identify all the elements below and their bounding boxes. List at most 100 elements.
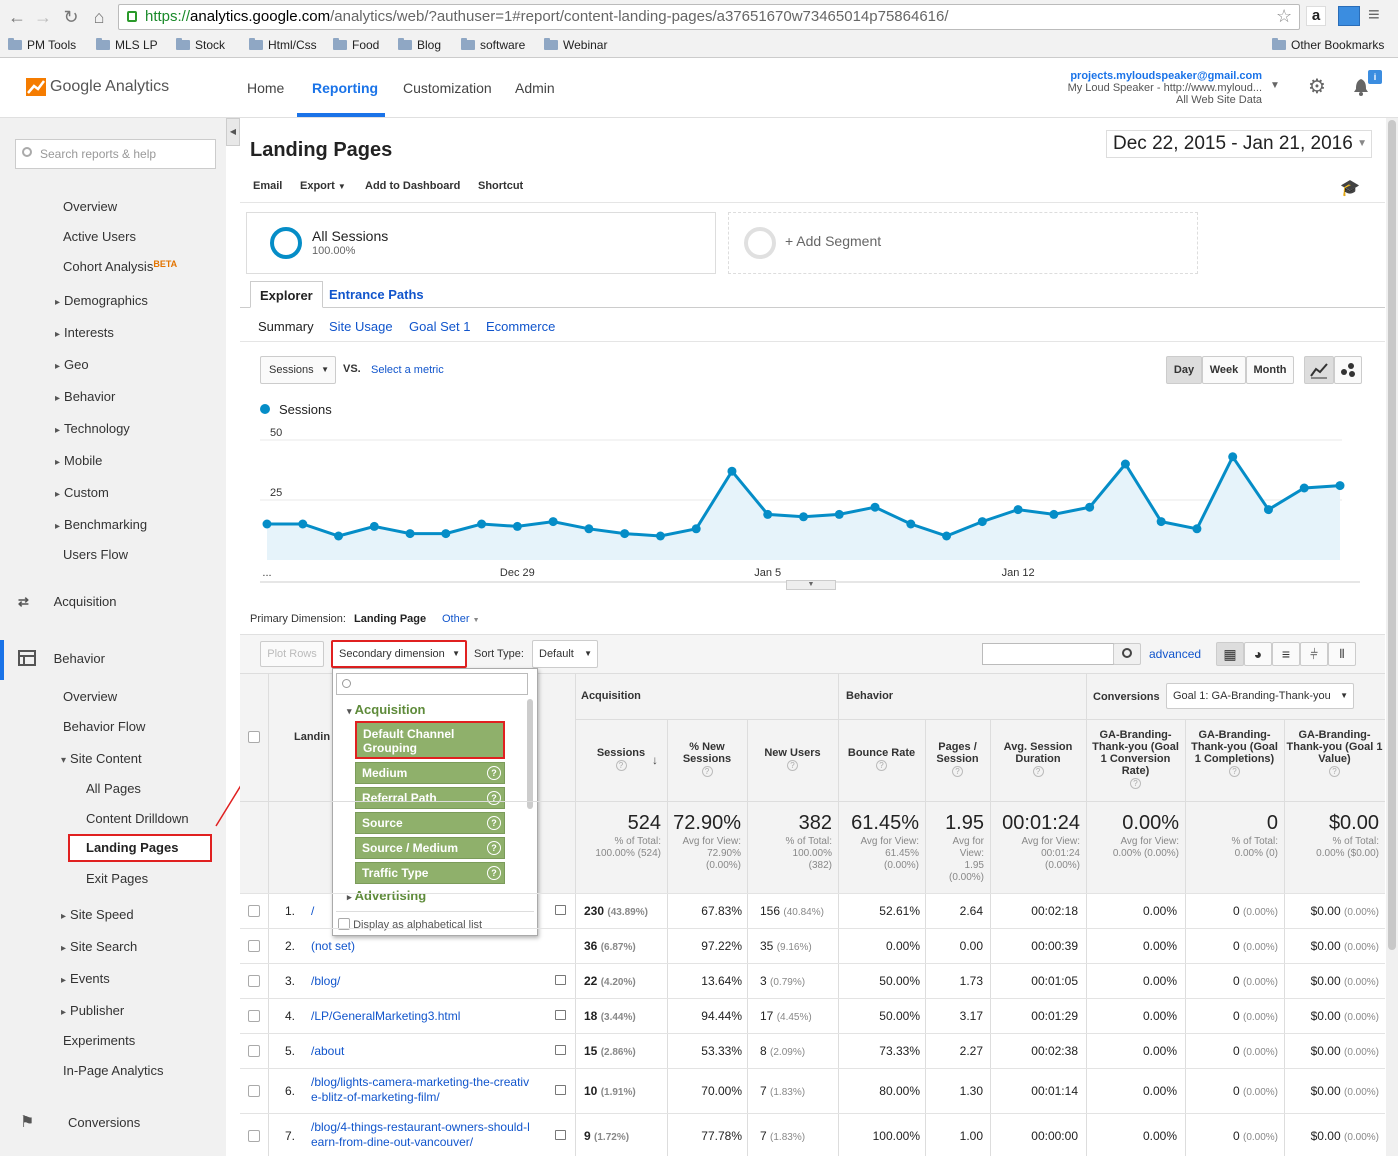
sidebar-item-publisher[interactable]: Publisher (69, 1003, 124, 1018)
dropdown-item-default-channel-grouping[interactable]: Default Channel Grouping (355, 721, 505, 759)
advanced-filter-link[interactable]: advanced (1149, 647, 1201, 661)
shortcut-button[interactable]: Shortcut (478, 180, 523, 192)
other-dimension-link[interactable]: Other ▼ (442, 613, 480, 625)
bookmark-stock[interactable]: Stock (176, 36, 225, 54)
row-checkbox[interactable] (248, 1129, 260, 1142)
row-checkbox[interactable] (248, 1009, 260, 1022)
subtab-goal-set-1[interactable]: Goal Set 1 (409, 319, 470, 334)
landing-page-link[interactable]: /blog/4-things-restaurant-owners-should-… (311, 1120, 530, 1150)
dropdown-item-traffic-type[interactable]: Traffic Type? (355, 862, 505, 884)
add-to-dashboard-button[interactable]: Add to Dashboard (365, 180, 460, 192)
sidebar-item-geo[interactable]: Geo (63, 357, 89, 372)
motion-chart-icon[interactable] (1334, 356, 1362, 384)
landing-page-column-header[interactable]: Landin (294, 731, 330, 743)
email-button[interactable]: Email (253, 180, 282, 192)
external-link-icon[interactable] (555, 1129, 566, 1140)
sort-type-select[interactable]: Default ▼ (532, 640, 598, 668)
table-filter-input[interactable] (982, 643, 1114, 665)
sidebar-item-custom[interactable]: Custom (63, 485, 109, 500)
column-header-2[interactable]: New Users? (749, 747, 836, 771)
page-scrollbar-thumb[interactable] (1388, 120, 1396, 950)
sidebar-item-overview[interactable]: Overview (63, 689, 117, 704)
sidebar-item-in-page-analytics[interactable]: In-Page Analytics (63, 1063, 163, 1078)
sidebar-item-content-drilldown[interactable]: Content Drilldown (86, 811, 189, 826)
metric-select[interactable]: Sessions ▼ (260, 356, 336, 384)
dropdown-group-acquisition[interactable]: ▾ Acquisition (347, 702, 425, 717)
bookmark-mls-lp[interactable]: MLS LP (96, 36, 158, 54)
alphabetical-toggle[interactable]: Display as alphabetical list (338, 918, 482, 931)
column-header-5[interactable]: Avg. Session Duration? (992, 741, 1084, 777)
dropdown-item-source[interactable]: Source? (355, 812, 505, 834)
line-chart-icon[interactable] (1304, 356, 1334, 384)
sidebar-item-site-speed[interactable]: Site Speed (69, 907, 134, 922)
pivot-view-icon[interactable]: ⦀ (1328, 642, 1356, 666)
row-checkbox[interactable] (248, 974, 260, 987)
column-header-3[interactable]: Bounce Rate? (840, 747, 923, 771)
pie-view-icon[interactable]: ◕ (1244, 642, 1272, 666)
sidebar-item-overview[interactable]: Overview (63, 199, 117, 214)
sidebar-item-interests[interactable]: Interests (63, 325, 114, 340)
sidebar-item-mobile[interactable]: Mobile (63, 453, 102, 468)
bookmark-blog[interactable]: Blog (398, 36, 441, 54)
subtab-summary[interactable]: Summary (258, 319, 314, 334)
dropdown-item-referral-path[interactable]: Referral Path? (355, 787, 505, 809)
sort-desc-arrow-icon[interactable]: ↓ (652, 753, 658, 767)
sidebar-item-site-content[interactable]: Site Content (69, 751, 142, 766)
row-checkbox[interactable] (248, 1044, 260, 1057)
period-day-button[interactable]: Day (1166, 356, 1202, 384)
external-link-icon[interactable] (555, 904, 566, 915)
dropdown-item-medium[interactable]: Medium? (355, 762, 505, 784)
landing-page-link[interactable]: /LP/GeneralMarketing3.html (311, 1009, 460, 1024)
performance-view-icon[interactable]: ≡ (1272, 642, 1300, 666)
row-checkbox[interactable] (248, 904, 260, 917)
sidebar-item-events[interactable]: Events (69, 971, 110, 986)
column-header-7[interactable]: GA-Branding-Thank-you (Goal 1 Completion… (1187, 729, 1282, 777)
bookmark-html-css[interactable]: Html/Css (249, 36, 317, 54)
landing-page-link[interactable]: / (311, 904, 314, 919)
sidebar-item-benchmarking[interactable]: Benchmarking (63, 517, 147, 532)
date-range-picker[interactable]: Dec 22, 2015 - Jan 21, 2016 ▼ (1106, 130, 1372, 158)
external-link-icon[interactable] (555, 1009, 566, 1020)
row-checkbox[interactable] (248, 1084, 260, 1097)
sidebar-item-cohort-analysis[interactable]: Cohort AnalysisBETA (63, 259, 177, 274)
subtab-ecommerce[interactable]: Ecommerce (486, 319, 555, 334)
landing-page-link[interactable]: /blog/ (311, 974, 340, 989)
bookmark-webinar[interactable]: Webinar (544, 36, 607, 54)
external-link-icon[interactable] (555, 1084, 566, 1095)
sidebar-item-behavior[interactable]: Behavior (63, 389, 115, 404)
landing-page-link[interactable]: /about (311, 1044, 344, 1059)
row-checkbox[interactable] (248, 939, 260, 952)
education-cap-icon[interactable]: 🎓 (1340, 178, 1360, 198)
tab-explorer[interactable]: Explorer (250, 281, 323, 308)
sidebar-item-experiments[interactable]: Experiments (63, 1033, 135, 1048)
tab-entrance-paths[interactable]: Entrance Paths (320, 281, 433, 308)
dropdown-scrollbar[interactable] (527, 699, 533, 809)
plot-rows-button[interactable]: Plot Rows (260, 641, 324, 667)
period-week-button[interactable]: Week (1202, 356, 1246, 384)
bookmark-food[interactable]: Food (333, 36, 379, 54)
subtab-site-usage[interactable]: Site Usage (329, 319, 393, 334)
sidebar-item-demographics[interactable]: Demographics (63, 293, 148, 308)
dropdown-item-source-medium[interactable]: Source / Medium? (355, 837, 505, 859)
select-all-checkbox[interactable] (248, 731, 260, 743)
external-link-icon[interactable] (555, 1044, 566, 1055)
sidebar-item-active-users[interactable]: Active Users (63, 229, 136, 244)
landing-page-link[interactable]: (not set) (311, 939, 355, 954)
select-metric-link[interactable]: Select a metric (371, 364, 444, 376)
period-month-button[interactable]: Month (1246, 356, 1294, 384)
secondary-dimension-button[interactable]: Secondary dimension ▼ (331, 640, 467, 668)
bookmark-pm-tools[interactable]: PM Tools (8, 36, 76, 54)
dropdown-group-advertising[interactable]: ▸ Advertising (347, 888, 426, 903)
column-header-1[interactable]: % New Sessions? (669, 741, 745, 777)
primary-dimension-value[interactable]: Landing Page (354, 613, 426, 625)
comparison-view-icon[interactable]: ⫩ (1300, 642, 1328, 666)
sidebar-item-site-search[interactable]: Site Search (69, 939, 137, 954)
column-header-8[interactable]: GA-Branding-Thank-you (Goal 1 Value)? (1286, 729, 1383, 777)
export-button[interactable]: Export ▼ (300, 180, 346, 192)
sidebar-item-all-pages[interactable]: All Pages (86, 781, 141, 796)
chart-resize-handle[interactable]: ▼ (786, 580, 836, 590)
column-header-4[interactable]: Pages / Session? (927, 741, 988, 777)
external-link-icon[interactable] (555, 974, 566, 985)
column-header-6[interactable]: GA-Branding-Thank-you (Goal 1 Conversion… (1088, 729, 1183, 789)
dropdown-search-input[interactable] (336, 673, 528, 695)
